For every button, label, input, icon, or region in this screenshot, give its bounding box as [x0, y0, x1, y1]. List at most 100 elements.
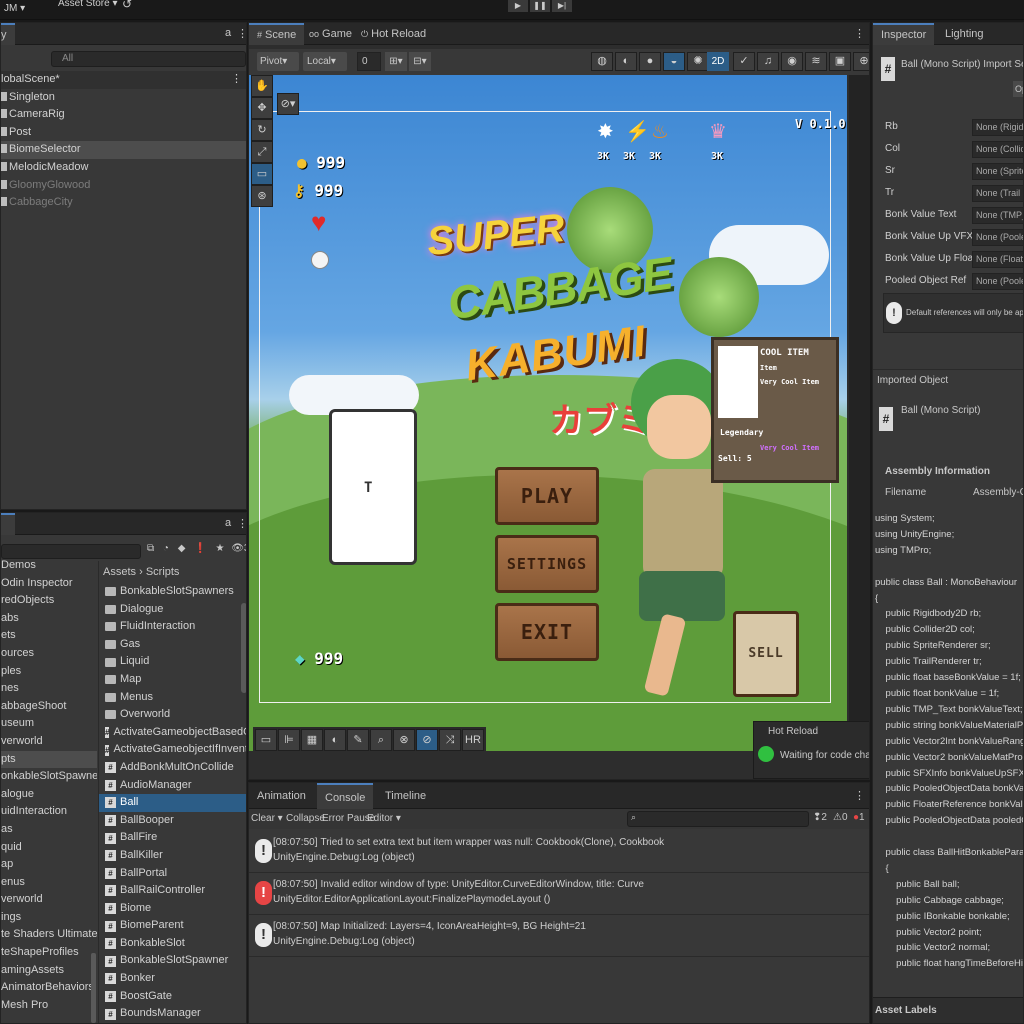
- camera-icon[interactable]: ▣: [829, 52, 851, 71]
- filter-label-icon[interactable]: ◔: [163, 543, 169, 554]
- lock-icon[interactable]: a: [225, 517, 231, 529]
- object-field[interactable]: None (Trail Ren: [972, 185, 1023, 202]
- object-field[interactable]: None (Rigidbo: [972, 119, 1023, 136]
- folder-tree-item[interactable]: uidInteraction: [1, 803, 97, 821]
- file-list-item[interactable]: BonkableSlotSpawners: [99, 583, 246, 601]
- clear-button[interactable]: Clear ▾: [251, 813, 283, 824]
- snap-value-input[interactable]: 0: [357, 52, 381, 71]
- shaded-wire-icon[interactable]: ◐: [615, 52, 637, 71]
- file-list-item[interactable]: #ActivateGameobjectIfInventoryUnlo: [99, 741, 246, 759]
- file-list-item[interactable]: FluidInteraction: [99, 618, 246, 636]
- shaded-icon[interactable]: ●: [639, 52, 661, 71]
- grid-snap-icon[interactable]: ⊞▾: [385, 52, 407, 71]
- info-filter[interactable]: ⚠0: [833, 812, 848, 823]
- tab-console[interactable]: Console: [317, 783, 374, 809]
- pause-button[interactable]: ❚❚: [530, 0, 550, 12]
- folder-tree-item[interactable]: [1, 1014, 97, 1023]
- folder-tree-item[interactable]: redObjects: [1, 592, 97, 610]
- console-menu-icon[interactable]: ⋮: [854, 789, 865, 802]
- console-entry[interactable]: ! [08:07:50] Map Initialized: Layers=4, Ic…: [249, 915, 869, 957]
- sell-button[interactable]: SELL: [733, 611, 799, 697]
- file-list-item[interactable]: Menus: [99, 689, 246, 707]
- custom-tool-icon[interactable]: ⊘▾: [277, 93, 299, 115]
- folder-tree-item[interactable]: Demos: [1, 557, 97, 575]
- history-icon[interactable]: ↺: [122, 0, 132, 11]
- hierarchy-item[interactable]: MelodicMeadow: [1, 159, 246, 177]
- folder-tree-item[interactable]: teShapeProfiles: [1, 944, 97, 962]
- tab-game[interactable]: oo Game: [301, 23, 360, 45]
- debug-draw-icon[interactable]: ✺: [687, 52, 709, 71]
- object-field[interactable]: None (Sprite R: [972, 163, 1023, 180]
- scene-menu-icon[interactable]: ⋮: [231, 71, 242, 89]
- folder-tree-item[interactable]: abs: [1, 610, 97, 628]
- file-list-item[interactable]: # BallPortal: [99, 865, 246, 883]
- editor-dropdown[interactable]: Editor ▾: [367, 813, 401, 824]
- file-list-item[interactable]: # Ball: [99, 794, 246, 812]
- warn-filter[interactable]: ❢2: [813, 812, 827, 823]
- tab-scene[interactable]: # Scene: [249, 23, 305, 45]
- file-list-item[interactable]: Dialogue: [99, 601, 246, 619]
- folder-tree-item[interactable]: onkableSlotSpawners: [1, 768, 97, 786]
- folder-tree-item[interactable]: te Shaders Ultimate: [1, 926, 97, 944]
- open-button[interactable]: Op: [1013, 81, 1023, 97]
- layers-icon[interactable]: ≋: [805, 52, 827, 71]
- folder-tree-item[interactable]: verworld: [1, 733, 97, 751]
- folder-tree-item[interactable]: abbageShoot: [1, 698, 97, 716]
- mode-2d-toggle[interactable]: 2D: [707, 52, 729, 71]
- compass-icon[interactable]: ⊘: [416, 729, 438, 751]
- hr-button[interactable]: HR: [462, 729, 484, 751]
- local-dropdown[interactable]: Local▾: [303, 52, 347, 71]
- file-list-item[interactable]: Overworld: [99, 706, 246, 724]
- scene-scrollbar[interactable]: [849, 75, 869, 751]
- asset-store-dropdown[interactable]: Asset Store ▾: [58, 0, 118, 9]
- hierarchy-item[interactable]: Singleton: [1, 89, 246, 107]
- file-list-item[interactable]: # AddBonkMultOnCollide: [99, 759, 246, 777]
- file-list-item[interactable]: # BonkableSlot: [99, 935, 246, 953]
- hierarchy-item[interactable]: GloomyGlowood: [1, 177, 246, 195]
- menu-icon[interactable]: ⋮: [237, 27, 246, 40]
- lock-icon[interactable]: a: [225, 27, 231, 39]
- tab-animation[interactable]: Animation: [249, 783, 314, 809]
- increment-snap-icon[interactable]: ⊟▾: [409, 52, 431, 71]
- file-scrollbar[interactable]: [241, 603, 246, 693]
- step-button[interactable]: ▶|: [552, 0, 572, 12]
- folder-tree-item[interactable]: pts: [1, 750, 97, 769]
- grid-icon[interactable]: ▦: [301, 729, 323, 751]
- tab-lighting[interactable]: Lighting: [937, 23, 992, 45]
- file-list-item[interactable]: # BallBooper: [99, 812, 246, 830]
- search-input[interactable]: All: [62, 53, 73, 64]
- object-field[interactable]: None (Pooled: [972, 229, 1023, 246]
- file-list-item[interactable]: Liquid: [99, 653, 246, 671]
- folder-tree-item[interactable]: alogue: [1, 786, 97, 804]
- asset-labels-bar[interactable]: Asset Labels: [873, 997, 1023, 1023]
- folder-tree-item[interactable]: Odin Inspector: [1, 575, 97, 593]
- hierarchy-item[interactable]: Post: [1, 124, 246, 142]
- file-list-item[interactable]: # Bonker: [99, 970, 246, 988]
- scene-header[interactable]: lobalScene* ⋮: [1, 71, 246, 89]
- favorite-icon[interactable]: ★: [215, 543, 224, 554]
- visibility-icon[interactable]: 👁: [231, 543, 244, 554]
- exit-button[interactable]: EXIT: [495, 603, 599, 661]
- tab-project[interactable]: [1, 513, 15, 535]
- folder-tree-item[interactable]: enus: [1, 874, 97, 892]
- tab-hot-reload[interactable]: ⏻ Hot Reload: [353, 23, 434, 45]
- rect-tool-icon[interactable]: ▭: [251, 163, 273, 185]
- folder-tree-item[interactable]: quid: [1, 839, 97, 857]
- tab-timeline[interactable]: Timeline: [377, 783, 434, 809]
- warning-icon[interactable]: ❗: [194, 543, 206, 554]
- file-list-item[interactable]: # Biome: [99, 900, 246, 918]
- folder-tree-item[interactable]: ings: [1, 909, 97, 927]
- wireframe-icon[interactable]: ◍: [591, 52, 613, 71]
- tab-hierarchy[interactable]: y: [1, 23, 15, 45]
- view-tool-icon[interactable]: ✋: [251, 75, 273, 97]
- object-field[interactable]: None (TMP_Te: [972, 207, 1023, 224]
- folder-tree-item[interactable]: amingAssets: [1, 962, 97, 980]
- settings-button[interactable]: SETTINGS: [495, 535, 599, 593]
- shuffle-icon[interactable]: ⤨: [439, 729, 461, 751]
- file-list-item[interactable]: Map: [99, 671, 246, 689]
- file-list-item[interactable]: Gas: [99, 636, 246, 654]
- transform-tool-icon[interactable]: ⊛: [251, 185, 273, 207]
- filter-type-icon[interactable]: ⧉: [147, 543, 154, 554]
- folder-tree-item[interactable]: AnimatorBehaviors: [1, 979, 97, 997]
- console-entry[interactable]: ! [08:07:50] Invalid editor window of type…: [249, 873, 869, 915]
